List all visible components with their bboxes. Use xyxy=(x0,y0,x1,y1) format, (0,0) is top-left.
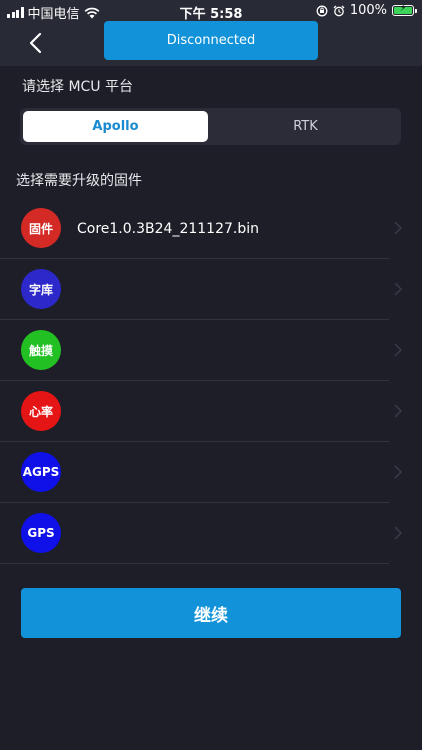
battery-icon: ⚡ xyxy=(392,3,417,16)
connection-status: Disconnected xyxy=(104,21,318,60)
font-library-badge: 字库 xyxy=(21,269,61,309)
mcu-section-label: 请选择 MCU 平台 xyxy=(22,79,134,95)
firmware-row-gps[interactable]: GPS xyxy=(0,503,422,564)
mcu-segmented-control: Apollo RTK xyxy=(20,108,401,145)
segment-rtk[interactable]: RTK xyxy=(213,111,398,142)
row-divider xyxy=(0,563,389,564)
firmware-row-heart-rate[interactable]: 心率 xyxy=(0,381,422,442)
segment-apollo[interactable]: Apollo xyxy=(23,111,208,142)
chevron-right-icon xyxy=(394,404,402,418)
touch-badge: 触摸 xyxy=(21,330,61,370)
rotation-lock-icon xyxy=(316,5,328,16)
agps-badge: AGPS xyxy=(21,452,61,492)
chevron-left-icon xyxy=(29,32,42,54)
screen: 中国电信 下午 5:58 100% ⚡ Disconnected 请选择 MCU… xyxy=(0,0,422,750)
heart-rate-badge: 心率 xyxy=(21,391,61,431)
firmware-row-core[interactable]: 固件 Core1.0.3B24_211127.bin xyxy=(0,198,422,259)
firmware-row-font[interactable]: 字库 xyxy=(0,259,422,320)
continue-button[interactable]: 继续 xyxy=(21,588,401,638)
firmware-list: 固件 Core1.0.3B24_211127.bin 字库 触摸 心率 AGPS xyxy=(0,198,422,564)
battery-percent: 100% xyxy=(349,3,387,18)
firmware-row-touch[interactable]: 触摸 xyxy=(0,320,422,381)
alarm-icon xyxy=(333,5,345,16)
gps-badge: GPS xyxy=(21,513,61,553)
firmware-section-label: 选择需要升级的固件 xyxy=(16,173,142,189)
firmware-row-agps[interactable]: AGPS xyxy=(0,442,422,503)
chevron-right-icon xyxy=(394,526,402,540)
status-bar: 中国电信 下午 5:58 100% ⚡ xyxy=(0,0,422,22)
chevron-right-icon xyxy=(394,282,402,296)
chevron-right-icon xyxy=(394,343,402,357)
status-right: 100% ⚡ xyxy=(316,3,417,18)
back-button[interactable] xyxy=(24,28,50,58)
firmware-badge: 固件 xyxy=(21,208,61,248)
chevron-right-icon xyxy=(394,221,402,235)
firmware-filename: Core1.0.3B24_211127.bin xyxy=(77,220,259,237)
chevron-right-icon xyxy=(394,465,402,479)
